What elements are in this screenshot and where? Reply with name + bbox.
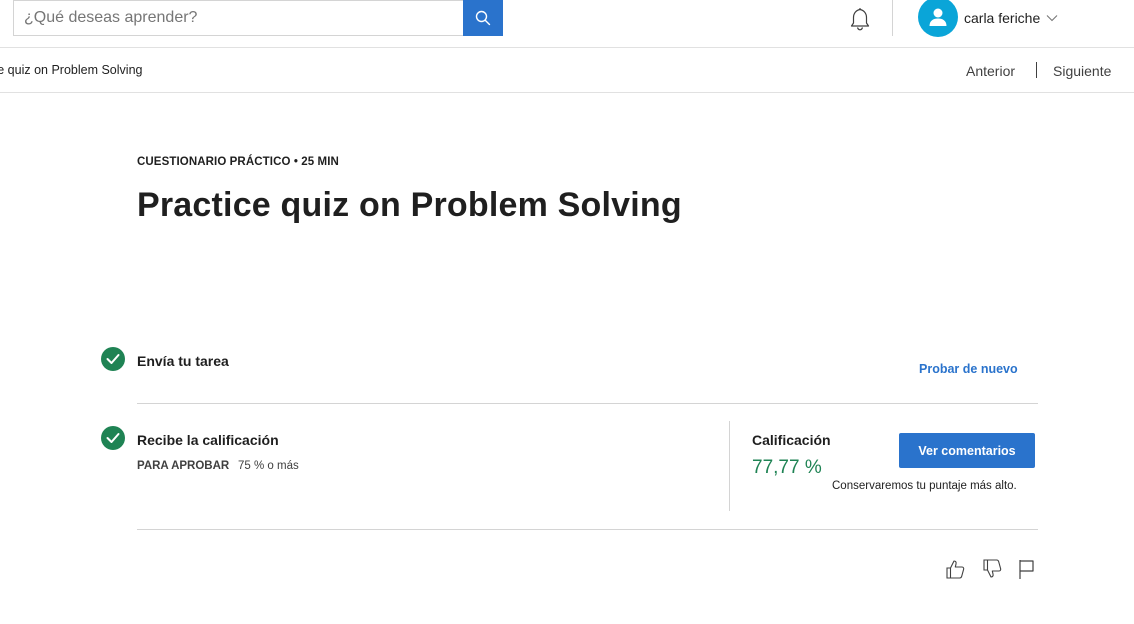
user-avatar-icon [929,8,947,26]
user-menu[interactable]: carla feriche [918,0,1058,37]
notifications-button[interactable] [846,5,874,33]
avatar[interactable] [918,0,958,37]
user-name[interactable]: carla feriche [964,10,1040,26]
next-item-link[interactable]: Siguiente [1053,63,1111,79]
step-grade-title: Recibe la calificación [137,432,279,448]
grade-divider [729,421,730,511]
check-circle-icon [101,347,125,371]
search-input[interactable] [13,0,463,36]
chevron-down-icon[interactable] [1046,14,1058,22]
thumbs-down-icon[interactable] [980,557,1004,581]
section-divider [137,529,1038,530]
thumbs-up-icon[interactable] [943,557,967,581]
quiz-type-label: CUESTIONARIO PRÁCTICO • 25 MIN [137,156,339,168]
pass-requirement-value: 75 % o más [238,460,299,472]
step-divider [137,403,1038,404]
page-title: Practice quiz on Problem Solving [137,186,682,224]
header-divider [892,0,893,36]
search-button[interactable] [463,0,503,36]
highest-score-note: Conservaremos tu puntaje más alto. [832,480,1017,492]
grade-value: 77,77 % [752,457,822,478]
previous-item-link[interactable]: Anterior [966,63,1015,79]
nav-separator [1036,62,1037,78]
search-bar [13,0,503,36]
check-circle-icon [101,426,125,450]
flag-icon[interactable] [1014,557,1038,581]
grade-label: Calificación [752,432,831,448]
retry-button[interactable]: Probar de nuevo [919,362,1018,376]
view-feedback-button[interactable]: Ver comentarios [899,433,1035,468]
step-submit-title: Envía tu tarea [137,353,229,369]
top-navigation-bar: carla feriche [0,0,1134,48]
item-navigation-bar: ce quiz on Problem Solving Anterior Sigu… [0,48,1134,93]
pass-requirement-label: PARA APROBAR [137,460,230,472]
bell-icon [850,7,870,31]
breadcrumb[interactable]: ce quiz on Problem Solving [0,63,142,77]
search-icon [475,10,491,26]
